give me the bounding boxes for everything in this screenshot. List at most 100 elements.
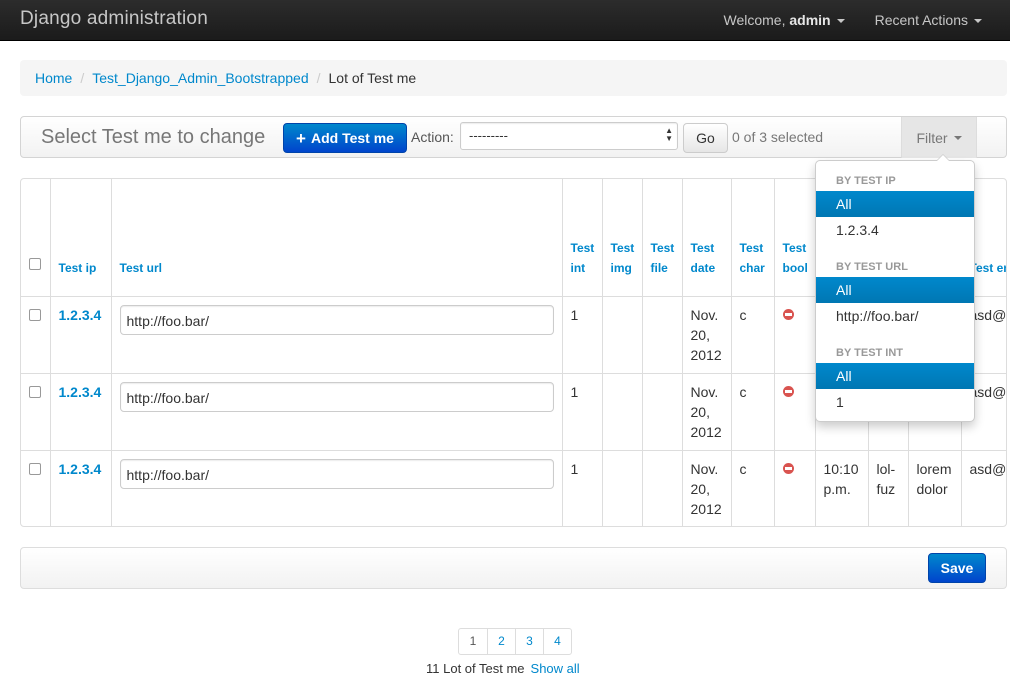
char-cell: c — [730, 296, 774, 373]
add-button-label: Add Test me — [310, 130, 394, 146]
filter-divider — [816, 329, 974, 339]
breadcrumb-separator: / — [316, 70, 321, 86]
select-all-checkbox[interactable] — [29, 257, 41, 270]
col-test-url[interactable]: Test url — [110, 179, 562, 296]
col-label: Test — [610, 240, 635, 255]
row-checkbox[interactable] — [29, 385, 41, 398]
go-button[interactable]: Go — [683, 123, 728, 153]
col-label: img — [610, 260, 632, 275]
url-input[interactable]: http://foo.bar/ — [119, 304, 554, 335]
date-cell: Nov. 20, 2012 — [681, 296, 731, 373]
page-3[interactable]: 3 — [515, 629, 543, 654]
col-label: char — [739, 260, 765, 275]
date-part: 20, — [690, 326, 710, 343]
url-input[interactable]: http://foo.bar/ — [119, 381, 554, 412]
filter-item[interactable]: 1 — [816, 389, 974, 415]
caret-down-icon — [953, 135, 962, 140]
caret-down-icon — [836, 19, 845, 24]
username: admin — [789, 12, 831, 28]
select-all-cell — [21, 179, 50, 296]
bool-cell — [773, 296, 815, 373]
filter-item[interactable]: http://foo.bar/ — [816, 303, 974, 329]
add-test-me-button[interactable]: + Add Test me — [283, 123, 407, 153]
paginator-summary: 11 Lot of Test me Show all — [426, 661, 580, 676]
row-link[interactable]: 1.2.3.4 — [59, 461, 102, 477]
row-checkbox[interactable] — [29, 462, 41, 475]
col-test-char[interactable]: Test char — [730, 179, 774, 296]
bool-cell — [773, 450, 815, 526]
row-checkbox[interactable] — [29, 308, 41, 321]
col-test-ip[interactable]: Test ip — [49, 179, 111, 296]
show-all-link[interactable]: Show all — [531, 661, 580, 676]
recent-actions-menu[interactable]: Recent Actions — [875, 12, 982, 28]
filter-item-all[interactable]: All — [816, 363, 974, 389]
breadcrumb-separator: / — [80, 70, 85, 86]
col-label: int — [570, 260, 586, 275]
col-label: bool — [782, 260, 808, 275]
row-link[interactable]: 1.2.3.4 — [59, 384, 102, 400]
row-link[interactable]: 1.2.3.4 — [59, 307, 102, 323]
row-select-cell — [21, 450, 50, 526]
col-label: Test — [739, 240, 764, 255]
filter-group-header: BY TEST URL — [836, 261, 908, 273]
email-cell: asd@lo — [960, 450, 1006, 526]
int-cell: 1 — [561, 296, 602, 373]
page-1[interactable]: 1 — [459, 629, 487, 654]
filter-item-all[interactable]: All — [816, 277, 974, 303]
filter-label: Filter — [916, 129, 948, 146]
char-cell: c — [730, 450, 774, 526]
date-part: 2012 — [690, 500, 722, 517]
filter-group-header: BY TEST IP — [836, 175, 896, 187]
save-button[interactable]: Save — [928, 553, 986, 583]
col-test-int[interactable]: Test int — [561, 179, 602, 296]
filter-item-all[interactable]: All — [816, 191, 974, 217]
col-test-file[interactable]: Test file — [641, 179, 682, 296]
time-cell: 10:10 p.m. — [814, 450, 868, 526]
url-input[interactable]: http://foo.bar/ — [119, 458, 554, 489]
page-4[interactable]: 4 — [543, 629, 571, 654]
user-menu[interactable]: Welcome, admin — [724, 12, 845, 28]
slug-cell: lol-fuz — [867, 450, 908, 526]
action-select-value: --------- — [469, 128, 508, 143]
filter-button[interactable]: Filter — [901, 117, 977, 158]
col-test-img[interactable]: Test img — [601, 179, 642, 296]
text-part: lorem — [916, 460, 952, 477]
date-part: 20, — [690, 480, 710, 497]
col-label: Test — [782, 240, 807, 255]
date-part: 2012 — [690, 346, 722, 363]
page-2[interactable]: 2 — [487, 629, 515, 654]
char-cell: c — [730, 373, 774, 450]
col-test-date[interactable]: Test date — [681, 179, 731, 296]
img-cell — [601, 373, 642, 450]
time-part: p.m. — [823, 480, 851, 497]
false-icon — [782, 308, 794, 320]
ip-cell: 1.2.3.4 — [49, 450, 111, 526]
date-part: Nov. — [690, 306, 719, 323]
time-part: 10:10 — [823, 460, 859, 477]
site-brand[interactable]: Django administration — [20, 8, 208, 30]
text-part: dolor — [916, 480, 948, 497]
file-cell — [641, 296, 682, 373]
welcome-prefix: Welcome, — [723, 12, 790, 28]
breadcrumb-app[interactable]: Test_Django_Admin_Bootstrapped — [92, 70, 308, 86]
date-cell: Nov. 20, 2012 — [681, 373, 731, 450]
file-cell — [641, 450, 682, 526]
false-icon — [782, 462, 794, 474]
col-label: Test — [650, 240, 675, 255]
top-navbar: Django administration Welcome, admin Rec… — [0, 0, 1010, 41]
slug-part: fuz — [876, 480, 896, 497]
breadcrumb: Home / Test_Django_Admin_Bootstrapped / Lot … — [20, 60, 1007, 96]
filter-item[interactable]: 1.2.3.4 — [816, 217, 974, 243]
result-count: 11 Lot of Test me — [426, 661, 525, 676]
col-label: Test url — [119, 260, 162, 275]
navbar-right: Welcome, admin Recent Actions — [724, 12, 982, 28]
action-select[interactable]: --------- ▲ ▼ — [460, 122, 678, 150]
filter-dropdown-menu: BY TEST IP All 1.2.3.4 BY TEST URL All h… — [815, 154, 975, 422]
col-label: Test — [570, 240, 595, 255]
int-cell: 1 — [561, 373, 602, 450]
plus-icon: + — [296, 128, 306, 148]
selected-counter: 0 of 3 selected — [732, 129, 824, 145]
breadcrumb-home[interactable]: Home — [35, 70, 72, 86]
date-cell: Nov. 20, 2012 — [681, 450, 731, 526]
col-test-bool[interactable]: Test bool — [773, 179, 815, 296]
